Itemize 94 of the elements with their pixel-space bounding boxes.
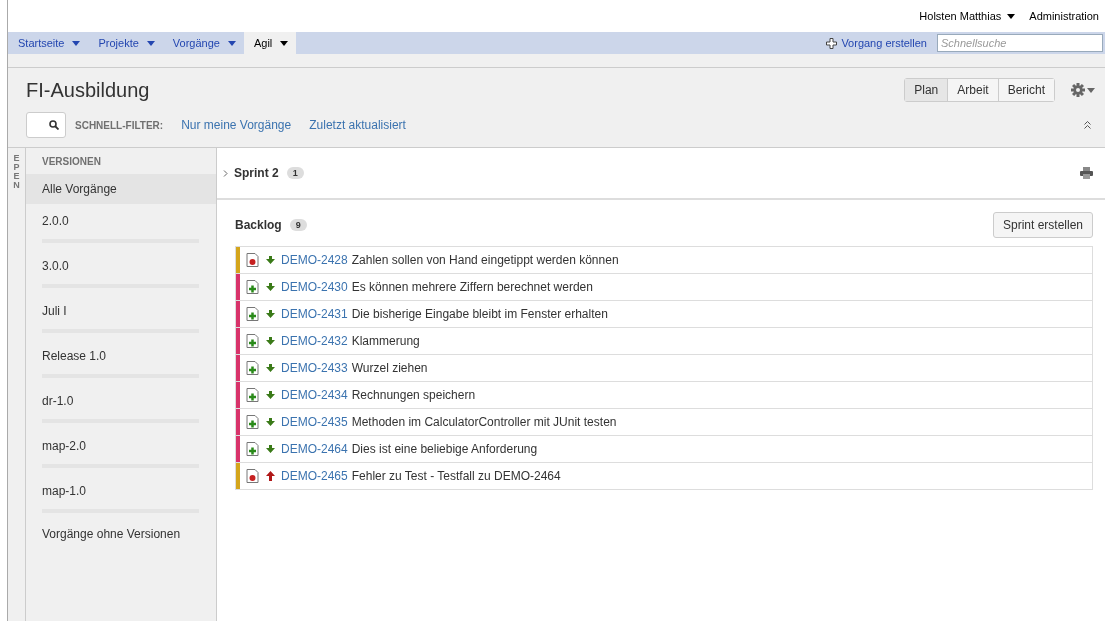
issue-row[interactable]: DEMO-2465 Fehler zu Test - Testfall zu DEMO-2464 xyxy=(236,463,1092,490)
issue-key-link[interactable]: DEMO-2434 xyxy=(281,388,348,402)
bug-icon xyxy=(246,469,259,483)
user-menu[interactable]: Holsten Matthias xyxy=(919,10,1016,22)
quick-filter-link[interactable]: Zuletzt aktualisiert xyxy=(309,118,406,132)
issue-row[interactable]: DEMO-2464 Dies ist eine beliebige Anforderung xyxy=(236,436,1092,463)
issue-count: 1 xyxy=(286,167,304,179)
issue-row[interactable]: DEMO-2428 Zahlen sollen von Hand eingetippt werden können xyxy=(236,247,1092,274)
story-icon xyxy=(246,442,259,456)
view-tab[interactable]: Arbeit xyxy=(947,79,998,101)
version-label: map-1.0 xyxy=(42,484,88,498)
version-item[interactable]: 2.0.0 xyxy=(26,204,216,249)
issue-row[interactable]: DEMO-2434 Rechnungen speichern xyxy=(236,382,1092,409)
administration-link[interactable]: Administration xyxy=(1029,10,1099,22)
issue-row[interactable]: DEMO-2433 Wurzel ziehen xyxy=(236,355,1092,382)
caret-icon xyxy=(227,40,236,46)
down-arrow-icon xyxy=(266,418,275,426)
versions-heading: VERSIONEN xyxy=(41,155,102,169)
issue-row[interactable]: DEMO-2431 Die bisherige Eingabe bleibt im Fenster erhalten xyxy=(236,301,1092,328)
down-arrow-icon xyxy=(266,310,275,318)
create-issue-link[interactable]: Vorgang erstellen xyxy=(826,37,927,49)
issue-summary: Die bisherige Eingabe bleibt im Fenster erhalten xyxy=(351,307,608,321)
down-arrow-icon xyxy=(266,256,275,264)
issue-summary: Dies ist eine beliebige Anforderung xyxy=(351,442,538,456)
version-label: Juli I xyxy=(42,304,68,318)
caret-icon xyxy=(280,40,289,46)
collapse-icon[interactable] xyxy=(1084,121,1091,129)
sprint-title: Sprint 2 xyxy=(234,166,279,180)
down-arrow-icon xyxy=(266,283,275,291)
issue-row[interactable]: DEMO-2432 Klammerung xyxy=(236,328,1092,355)
version-item[interactable]: 3.0.0 xyxy=(26,249,216,294)
issue-summary: Fehler zu Test - Testfall zu DEMO-2464 xyxy=(351,469,561,483)
issue-key-link[interactable]: DEMO-2464 xyxy=(281,442,348,456)
version-label: 3.0.0 xyxy=(42,259,70,273)
filter-search-field[interactable] xyxy=(26,112,66,138)
issue-summary: Es können mehrere Ziffern berechnet werden xyxy=(351,280,593,294)
issue-key-link[interactable]: DEMO-2430 xyxy=(281,280,348,294)
story-icon xyxy=(246,361,259,375)
down-arrow-icon xyxy=(266,445,275,453)
issue-summary: Rechnungen speichern xyxy=(351,388,476,402)
version-item[interactable]: map-1.0 xyxy=(26,474,216,519)
version-label: Release 1.0 xyxy=(42,349,108,363)
search-icon xyxy=(49,120,59,130)
create-sprint-button[interactable]: Sprint erstellen xyxy=(992,212,1093,238)
story-icon xyxy=(246,280,259,294)
issue-key-link[interactable]: DEMO-2428 xyxy=(281,253,348,267)
nav-tab[interactable]: Projekte xyxy=(88,32,163,54)
issue-summary: Klammerung xyxy=(351,334,420,348)
issue-key-link[interactable]: DEMO-2465 xyxy=(281,469,348,483)
version-item[interactable]: map-2.0 xyxy=(26,429,216,474)
issue-row[interactable]: DEMO-2430 Es können mehrere Ziffern berechnet werden xyxy=(236,274,1092,301)
version-label: 2.0.0 xyxy=(42,214,70,228)
story-icon xyxy=(246,388,259,402)
nav-tab[interactable]: Startseite xyxy=(8,32,89,54)
quick-filter-link[interactable]: Nur meine Vorgänge xyxy=(181,118,292,132)
board-title: FI-Ausbildung xyxy=(26,78,150,102)
version-item[interactable]: dr-1.0 xyxy=(26,384,216,429)
version-label: dr-1.0 xyxy=(42,394,75,408)
up-arrow-icon xyxy=(266,471,275,481)
issue-key-link[interactable]: DEMO-2435 xyxy=(281,415,348,429)
issue-key-link[interactable]: DEMO-2432 xyxy=(281,334,348,348)
issue-row[interactable]: DEMO-2435 Methoden im CalculatorController mit JUnit testen xyxy=(236,409,1092,436)
quick-filter-label: SCHNELL-FILTER: xyxy=(75,119,164,131)
caret-icon xyxy=(146,40,155,46)
version-item[interactable]: Vorgänge ohne Versionen xyxy=(26,519,216,541)
view-tab[interactable]: Plan xyxy=(905,79,948,101)
issue-summary: Methoden im CalculatorController mit JUnit testen xyxy=(351,415,617,429)
version-item[interactable]: Juli I xyxy=(26,294,216,339)
story-icon xyxy=(246,307,259,321)
settings-icon xyxy=(1071,83,1085,97)
nav-tab[interactable]: Agil xyxy=(243,32,297,54)
caret-icon xyxy=(1007,13,1016,19)
issue-count: 9 xyxy=(289,219,307,231)
bug-icon xyxy=(246,253,259,267)
story-icon xyxy=(246,334,259,348)
issue-key-link[interactable]: DEMO-2431 xyxy=(281,307,348,321)
version-item[interactable]: Alle Vorgänge xyxy=(26,174,216,204)
backlog-title: Backlog xyxy=(235,218,282,232)
down-arrow-icon xyxy=(266,337,275,345)
down-arrow-icon xyxy=(266,364,275,372)
issue-summary: Zahlen sollen von Hand eingetippt werden können xyxy=(351,253,619,267)
version-item[interactable]: Release 1.0 xyxy=(26,339,216,384)
nav-tab[interactable]: Vorgänge xyxy=(162,32,244,54)
down-arrow-icon xyxy=(266,391,275,399)
issue-key-link[interactable]: DEMO-2433 xyxy=(281,361,348,375)
settings-menu[interactable] xyxy=(1071,83,1095,97)
version-label: map-2.0 xyxy=(42,439,88,453)
view-tab[interactable]: Bericht xyxy=(997,79,1054,101)
printer-icon[interactable] xyxy=(1080,167,1093,179)
issue-summary: Wurzel ziehen xyxy=(351,361,428,375)
quick-search-field[interactable]: Schnellsuche xyxy=(937,34,1103,52)
plus-icon xyxy=(826,37,838,49)
story-icon xyxy=(246,415,259,429)
caret-icon xyxy=(72,40,81,46)
